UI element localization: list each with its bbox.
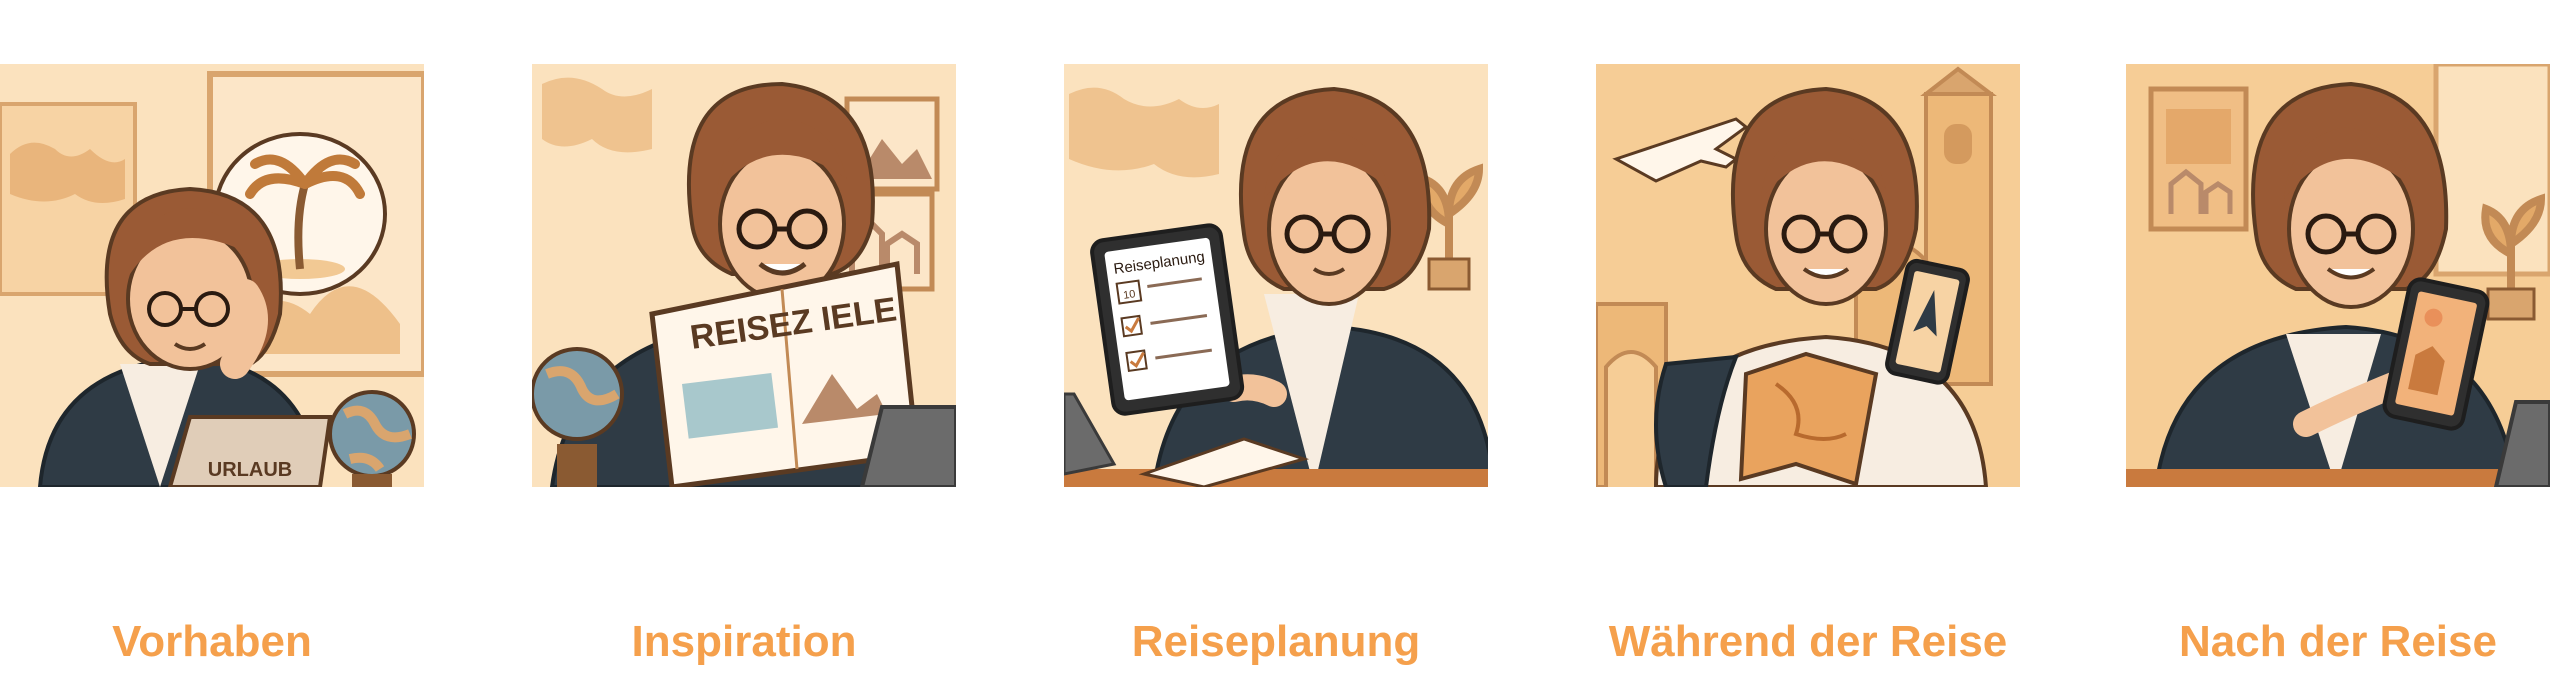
- stage-3-illustration: Reiseplanung 10: [1064, 64, 1488, 487]
- magazine-illustration: REISEZ IELE: [532, 64, 956, 487]
- caption-inspiration: Inspiration: [631, 617, 857, 666]
- caption-reiseplanung: Reiseplanung: [1131, 617, 1421, 666]
- desk: [2126, 469, 2550, 487]
- travel-illustration: [1596, 64, 2020, 487]
- caption-waehrend-der-reise: Während der Reise: [1608, 617, 2008, 666]
- caption-nach-der-reise: Nach der Reise: [2179, 617, 2497, 666]
- journey-stages: URLAUB Vorhaben REISEZ IELE Inspiration …: [0, 0, 2550, 687]
- daydream-illustration: URLAUB: [0, 64, 424, 487]
- desk: [1064, 469, 1488, 487]
- stage-5-illustration: [2126, 64, 2550, 487]
- planning-illustration: Reiseplanung 10: [1064, 64, 1488, 487]
- caption-vorhaben: Vorhaben: [112, 617, 312, 666]
- paper-map-icon: [1738, 351, 1879, 487]
- stage-4-illustration: [1596, 64, 2020, 487]
- arch: [1604, 350, 1658, 487]
- laptop-icon: URLAUB: [167, 415, 333, 487]
- stage-2-illustration: REISEZ IELE: [532, 64, 956, 487]
- laptop-sticker-text: URLAUB: [208, 459, 292, 481]
- after-trip-illustration: [2126, 64, 2550, 487]
- calendar-day: 10: [1122, 288, 1136, 302]
- tablet-icon: Reiseplanung 10: [1090, 223, 1245, 416]
- stage-1-illustration: URLAUB: [0, 64, 424, 487]
